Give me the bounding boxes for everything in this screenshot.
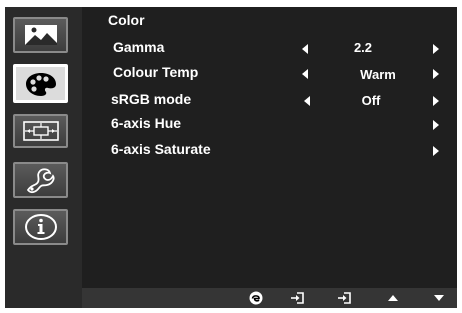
6-axis-saturate-label: 6-axis Saturate: [111, 141, 211, 157]
menu-row-gamma[interactable]: Gamma 2.2: [82, 39, 457, 59]
sidebar-item-color[interactable]: [13, 64, 68, 103]
srgb-mode-label: sRGB mode: [111, 91, 192, 107]
srgb-mode-increase-icon[interactable]: [433, 96, 439, 106]
bottom-key-bar: [82, 288, 457, 308]
info-icon: [24, 214, 57, 240]
wrench-settings-icon: [26, 168, 55, 194]
colour-temp-label: Colour Temp: [113, 64, 199, 80]
gamma-increase-icon[interactable]: [433, 44, 439, 54]
e-key-icon[interactable]: [249, 291, 263, 305]
colour-temp-decrease-icon[interactable]: [302, 69, 308, 79]
6-axis-hue-label: 6-axis Hue: [111, 115, 182, 131]
picture-icon: [24, 25, 57, 45]
gamma-value: 2.2: [353, 40, 373, 55]
sidebar-item-settings[interactable]: [13, 162, 68, 198]
palette-icon: [25, 72, 56, 96]
gamma-label: Gamma: [113, 39, 165, 55]
osd-menu: Color Gamma 2.2 Colour Temp Warm sRGB mo…: [5, 7, 457, 308]
down-arrow-icon[interactable]: [432, 291, 446, 305]
display-position-icon: [22, 121, 59, 141]
section-title: Color: [108, 12, 145, 28]
menu-row-srgb-mode[interactable]: sRGB mode Off: [82, 91, 457, 111]
color-menu-panel: Color Gamma 2.2 Colour Temp Warm sRGB mo…: [82, 7, 457, 308]
enter-icon[interactable]: [337, 291, 351, 305]
menu-row-6-axis-saturate[interactable]: 6-axis Saturate: [82, 141, 457, 161]
6-axis-hue-enter-icon[interactable]: [433, 120, 439, 130]
srgb-mode-value: Off: [361, 93, 381, 108]
sidebar: [5, 7, 82, 308]
input-select-icon[interactable]: [290, 291, 304, 305]
gamma-decrease-icon[interactable]: [302, 44, 308, 54]
srgb-mode-decrease-icon[interactable]: [304, 96, 310, 106]
colour-temp-value: Warm: [360, 67, 396, 82]
menu-row-colour-temp[interactable]: Colour Temp Warm: [82, 64, 457, 84]
sidebar-item-picture[interactable]: [13, 17, 68, 53]
sidebar-item-info[interactable]: [13, 209, 68, 245]
colour-temp-increase-icon[interactable]: [433, 69, 439, 79]
menu-row-6-axis-hue[interactable]: 6-axis Hue: [82, 115, 457, 135]
sidebar-item-display[interactable]: [13, 114, 68, 148]
6-axis-saturate-enter-icon[interactable]: [433, 146, 439, 156]
up-arrow-icon[interactable]: [386, 291, 400, 305]
